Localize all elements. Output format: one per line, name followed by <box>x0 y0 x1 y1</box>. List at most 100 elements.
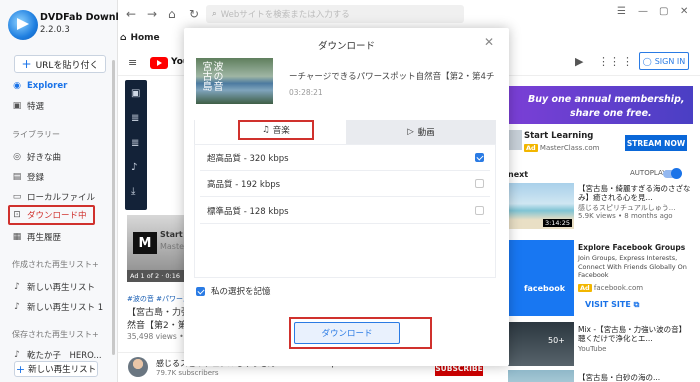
minimize-icon[interactable]: — <box>638 6 648 17</box>
library-section-title: ライブラリー <box>12 130 60 139</box>
download-icon[interactable]: ⤓ <box>131 186 135 197</box>
banner-line1: Buy one annual membership, <box>528 94 685 105</box>
video-channel: YouTube <box>578 345 607 353</box>
video-duration: 03:28:21 <box>289 88 323 97</box>
sidebar-item-explorer[interactable]: ◉ Explorer <box>12 79 67 93</box>
avatar[interactable] <box>128 357 148 377</box>
mix-thumbnail[interactable]: 50+ <box>508 322 574 366</box>
sidebar-item-label: 特選 <box>27 102 45 112</box>
video-camera-icon[interactable]: ▶ <box>575 55 583 68</box>
download-button[interactable]: ダウンロード <box>294 322 400 344</box>
quality-option-label: 標準品質 - 128 kbps <box>207 207 289 217</box>
ad2-title[interactable]: Explore Facebook Groups <box>578 243 685 252</box>
playlist-item[interactable]: ♪ 新しい再生リスト 1 <box>12 300 103 314</box>
sidebar-item-subscriptions[interactable]: ▤ 登録 <box>12 170 44 184</box>
hamburger-icon[interactable]: ≡ <box>128 56 137 69</box>
video-thumbnail[interactable] <box>508 370 574 382</box>
playlist-item[interactable]: ♪ 新しい再生リスト <box>12 280 95 294</box>
plus-icon: + <box>15 362 26 376</box>
quality-checkbox[interactable] <box>475 153 484 162</box>
sidebar-item-history[interactable]: ▦ 再生履歴 <box>12 230 61 244</box>
sidebar-item-featured[interactable]: ▣ 特選 <box>12 99 44 113</box>
divider <box>200 170 490 171</box>
dialog-title: ダウンロード <box>317 41 375 52</box>
heart-icon: ◎ <box>13 152 21 162</box>
sign-in-button[interactable]: ◯ SIGN IN <box>639 52 689 70</box>
remember-checkbox[interactable] <box>196 286 205 296</box>
video-thumbnail[interactable]: 3:14:25 <box>508 183 574 229</box>
download-toolbar: ▣ ≣ ≣ ♪ ⤓ <box>125 80 147 210</box>
tab-home[interactable]: ⌂ Home <box>120 30 160 46</box>
ad-badge: Ad <box>524 144 538 152</box>
video-title: ーチャージできるパワースポット自然音【第2・第4チ <box>289 72 495 82</box>
facebook-wordmark: facebook <box>524 284 566 293</box>
video-thumbnail: 波の音 宮古島 <box>196 58 273 104</box>
playlist-label: 乾たか子 HERO... <box>27 351 102 361</box>
quality-checkbox[interactable] <box>475 179 484 188</box>
app-version: 2.2.0.3 <box>40 25 70 35</box>
back-icon[interactable]: ← <box>126 7 136 21</box>
more-options-icon[interactable]: ⋮ <box>622 55 633 68</box>
stream-now-button[interactable]: STREAM NOW <box>625 135 687 151</box>
ad-progress-text: Ad 1 of 2 · 0:16 <box>127 270 185 282</box>
sidebar-item-local-files[interactable]: ▭ ローカルファイル <box>12 190 95 204</box>
menu-icon[interactable]: ☰ <box>617 6 626 17</box>
music-note-icon: ♪ <box>14 350 20 360</box>
duration-badge: 3:14:25 <box>542 219 572 227</box>
refresh-icon[interactable]: ↻ <box>189 7 199 21</box>
music-note-icon[interactable]: ♪ <box>131 162 137 173</box>
sidebar-item-downloading[interactable]: ⊡ ダウンロード中 <box>12 208 86 222</box>
ad-banner[interactable]: Buy one annual membership, share one free… <box>508 86 693 124</box>
playlist-label: 新しい再生リスト <box>27 283 96 293</box>
autoplay-toggle[interactable] <box>663 168 682 179</box>
quality-option-label: 超高品質 - 320 kbps <box>207 154 289 164</box>
tab-video[interactable]: ▷ 動画 <box>346 120 496 144</box>
address-bar[interactable]: ⌕ Webサイトを検索または入力する <box>206 5 464 23</box>
home-icon[interactable]: ⌂ <box>168 7 176 21</box>
list-icon[interactable]: ≣ <box>131 138 139 149</box>
paste-url-button[interactable]: + URLを貼り付く <box>14 55 106 73</box>
sidebar-item-label: ローカルファイル <box>27 193 96 203</box>
forward-icon[interactable]: → <box>147 7 157 21</box>
ad1-title[interactable]: Start Learning <box>524 131 593 141</box>
facebook-ad-thumbnail[interactable]: facebook <box>508 240 574 316</box>
mix-count: 50+ <box>548 336 565 345</box>
quality-checkbox[interactable] <box>475 206 484 215</box>
subscriber-count: 79.7K subscribers <box>156 369 219 377</box>
quality-option-label: 高品質 - 192 kbps <box>207 180 281 190</box>
music-note-icon: ♪ <box>14 302 20 312</box>
music-note-icon: ♪ <box>14 282 20 292</box>
sidebar-item-label: 再生履歴 <box>27 233 62 243</box>
sidebar-scrollbar[interactable] <box>112 60 115 355</box>
apps-grid-icon[interactable]: ⋮⋮ <box>598 55 620 68</box>
new-playlist-button[interactable]: + 新しい再生リスト <box>14 361 98 377</box>
close-icon[interactable]: ✕ <box>484 35 494 49</box>
sidebar-item-favorites[interactable]: ◎ 好きな曲 <box>12 150 61 164</box>
screenshot-icon[interactable]: ▣ <box>131 88 140 99</box>
app-window: DVDFab Downloader 2.2.0.3 + URLを貼り付く ◉ Exp… <box>0 0 700 382</box>
video-icon: ▷ <box>407 127 414 137</box>
visit-site-button[interactable]: VISIT SITE ⧉ <box>585 300 639 310</box>
video-title-line2: 然音【第2・第 <box>127 321 187 331</box>
autoplay-label: AUTOPLAY <box>630 169 667 177</box>
list-icon[interactable]: ≣ <box>131 113 139 124</box>
maximize-icon[interactable]: ▢ <box>659 6 668 17</box>
visit-site-label: VISIT SITE <box>585 300 631 309</box>
thumbnail-text: 波の音 宮古島 <box>200 61 222 91</box>
video-title[interactable]: 【宮古島・白砂の海の... <box>578 372 660 382</box>
saved-playlist-item[interactable]: ♪ 乾たか子 HERO... <box>12 348 102 362</box>
ad2-source: facebook.com <box>593 284 644 292</box>
video-title[interactable]: Mix -【宮古島・力強い波の音】聴くだけで浄化とエ... <box>578 325 693 343</box>
star-icon: ▣ <box>12 101 22 111</box>
video-title[interactable]: 【宮古島・綺麗すぎる海のさざなみ】癒される心を見... <box>578 184 693 202</box>
divider <box>200 196 490 197</box>
tab-music[interactable]: ♫ 音楽 <box>238 120 314 140</box>
ad1-source: MasterClass.com <box>539 144 600 152</box>
history-icon: ▦ <box>12 232 22 242</box>
remember-choice[interactable]: 私の選択を記憶 <box>196 285 271 297</box>
close-icon[interactable]: ✕ <box>680 6 688 17</box>
sidebar-item-label: 登録 <box>27 173 45 183</box>
ad-badge: Ad <box>578 284 592 292</box>
paste-url-label: URLを貼り付く <box>35 60 99 71</box>
youtube-logo-icon[interactable] <box>150 57 168 69</box>
